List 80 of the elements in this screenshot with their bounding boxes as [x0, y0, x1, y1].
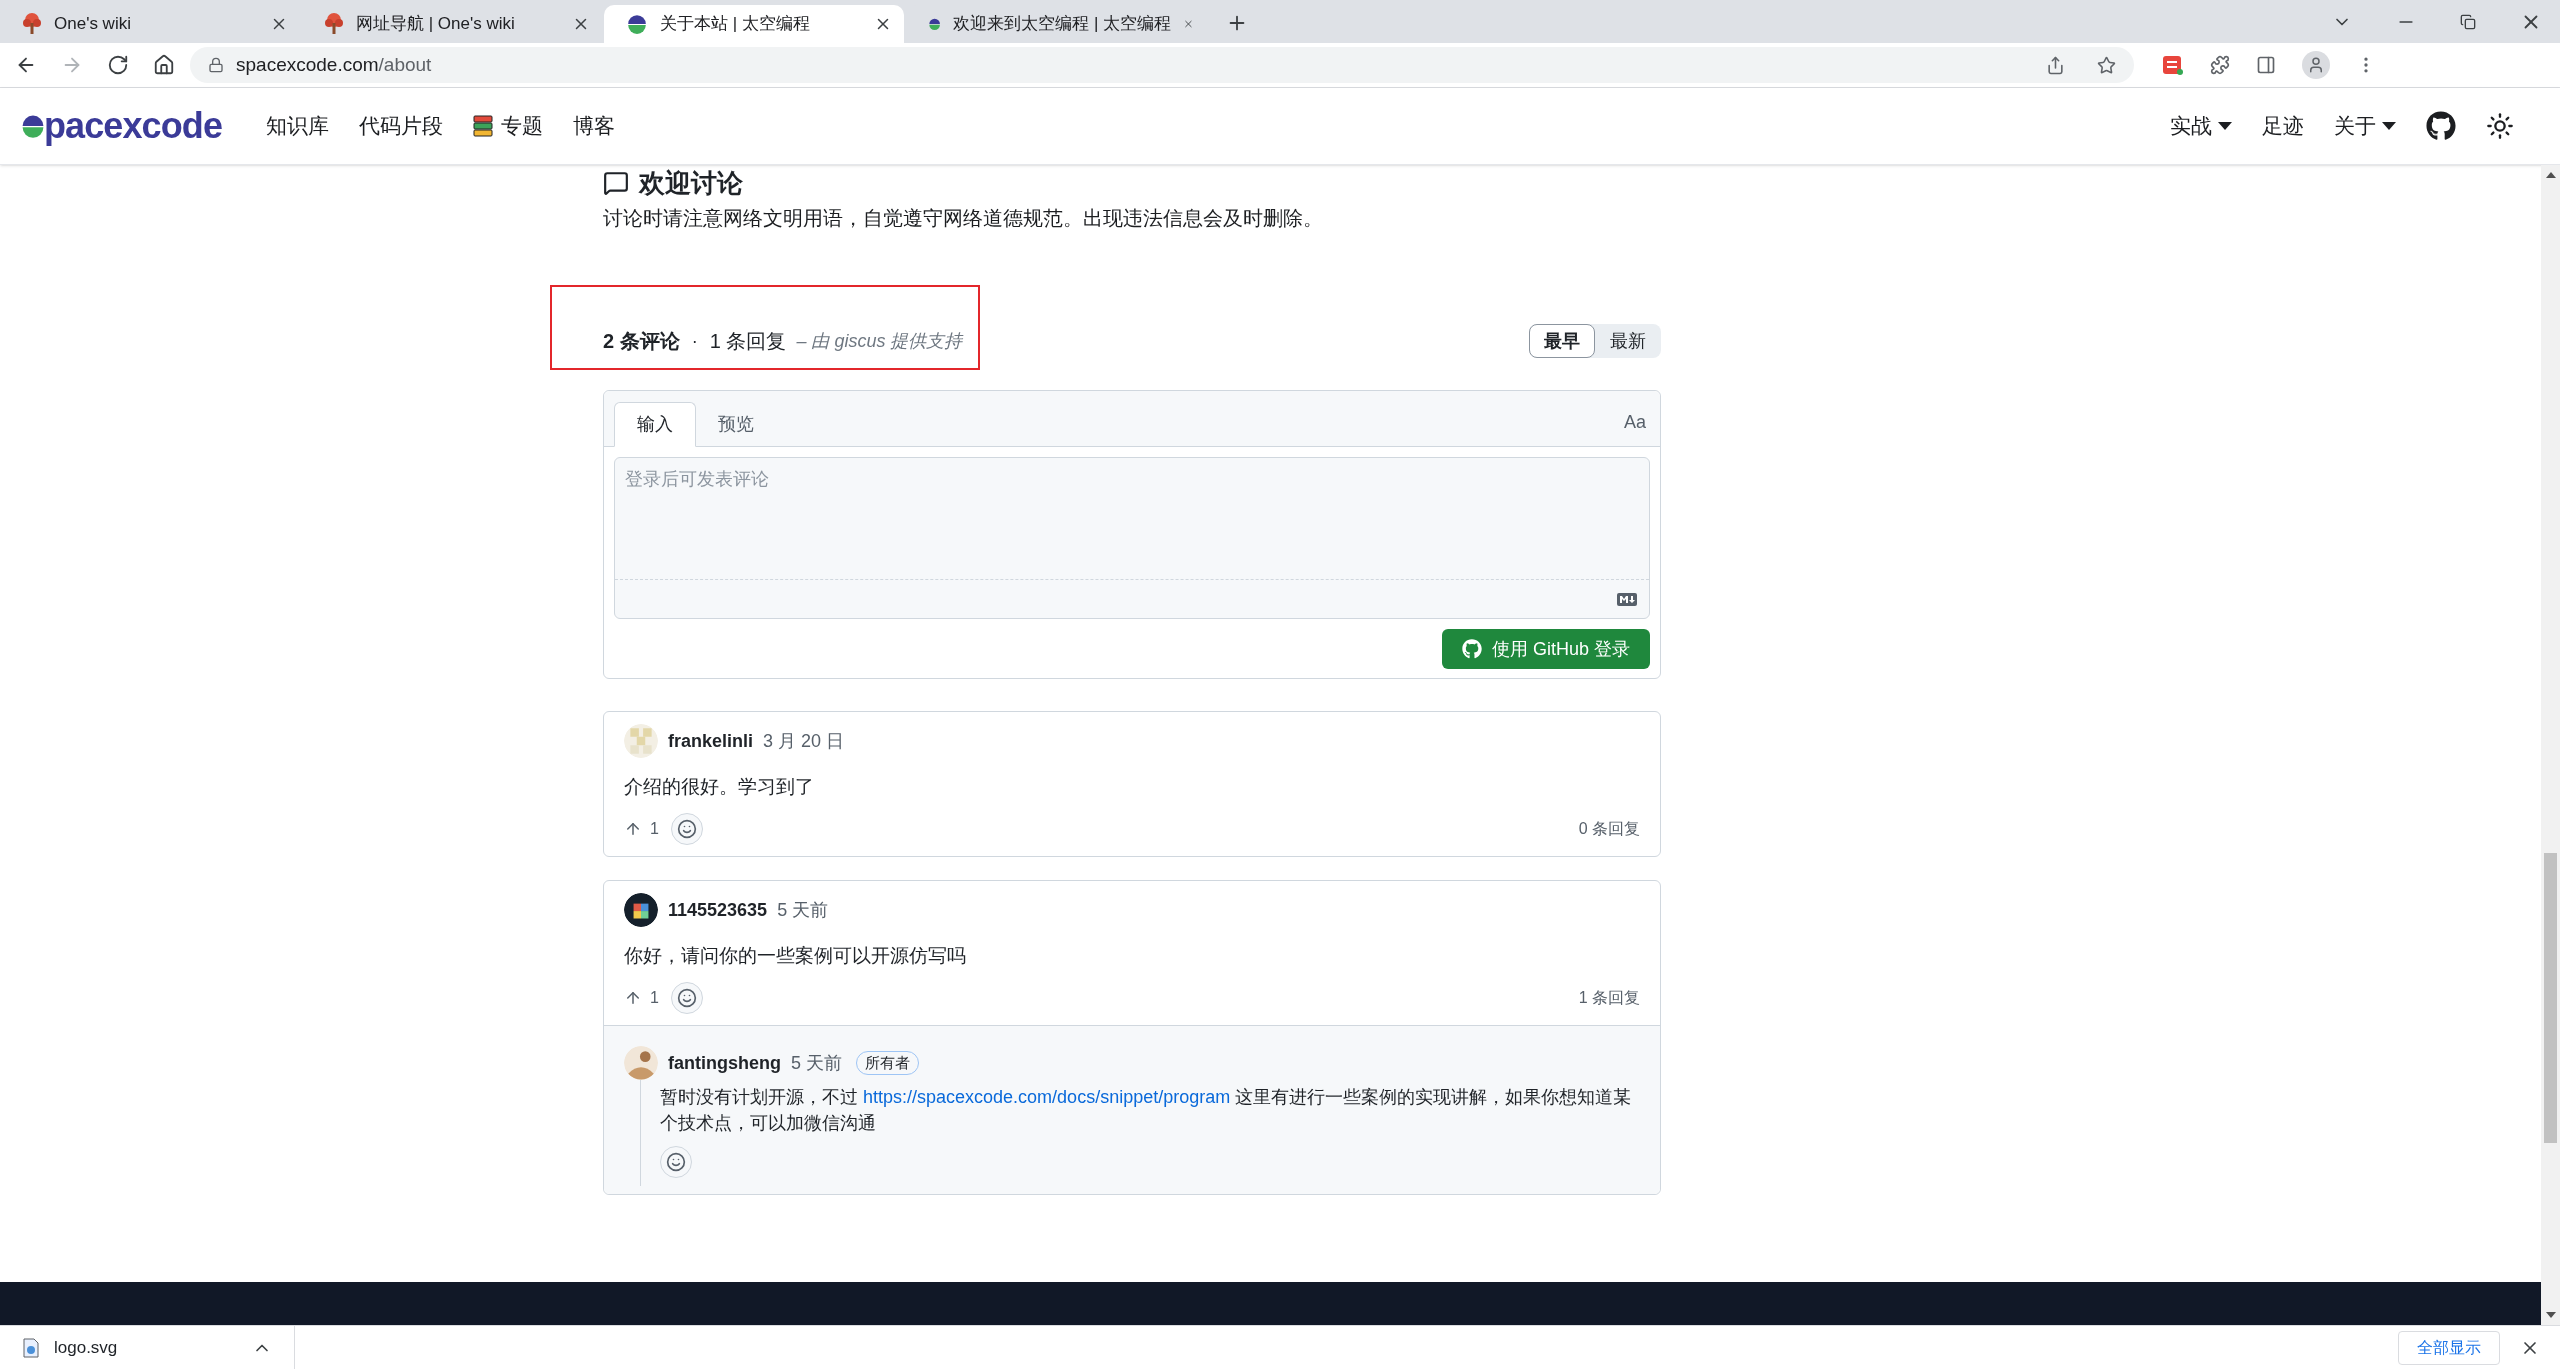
file-icon — [22, 1337, 40, 1358]
comment-body: 介绍的很好。学习到了 — [624, 775, 815, 799]
browser-tab[interactable]: 关于本站 | 太空编程 — [604, 5, 904, 43]
editor-tab[interactable]: 输入 — [614, 402, 696, 447]
avatar-icon — [624, 724, 658, 758]
comment-author[interactable]: fantingsheng — [668, 1049, 781, 1077]
reload-icon — [107, 54, 129, 76]
github-login-button[interactable]: 使用 GitHub 登录 — [1441, 629, 1650, 669]
home-icon — [153, 54, 175, 76]
scroll-up-icon[interactable] — [2545, 171, 2556, 179]
lock-icon — [208, 57, 224, 73]
show-all-button[interactable]: 全部显示 — [2398, 1330, 2500, 1365]
scrollbar[interactable] — [2541, 165, 2560, 1325]
address-bar[interactable]: spacexcode.com/about — [190, 47, 2134, 83]
profile-icon[interactable] — [2302, 51, 2330, 79]
restore-icon[interactable] — [2460, 14, 2476, 30]
comment-author[interactable]: frankelinli — [668, 727, 754, 755]
nav-link[interactable]: 实战 — [2170, 110, 2232, 142]
smiley-icon — [676, 988, 697, 1008]
discussion-note: 讨论时请注意网络文明用语，自觉遵守网络道德规范。出现违法信息会及时删除。 — [603, 206, 1324, 231]
note-icon[interactable] — [2162, 54, 2184, 76]
font-toggle[interactable]: Aa — [1623, 409, 1646, 436]
section-title: 欢迎讨论 — [639, 170, 743, 196]
nav-link[interactable]: 博客 — [573, 110, 615, 142]
reply-count: 0 条回复 — [1578, 819, 1640, 839]
editor-tab[interactable]: 预览 — [696, 402, 776, 447]
nav-link[interactable]: 关于 — [2334, 110, 2396, 142]
scroll-down-icon[interactable] — [2545, 1311, 2556, 1319]
giscus-credit: – 由 giscus 提供支持 — [796, 329, 963, 353]
separator-dot: · — [691, 329, 698, 353]
logo-icon — [20, 113, 46, 139]
smiley-icon — [676, 819, 697, 839]
sort-option[interactable]: 最早 — [1529, 324, 1595, 358]
theme-toggle-icon[interactable] — [2486, 112, 2514, 140]
comment-textarea[interactable]: 登录后可发表评论 — [614, 457, 1650, 619]
nav-link[interactable]: 专题 — [473, 110, 543, 142]
reaction-button[interactable] — [670, 982, 703, 1014]
reaction-button[interactable] — [660, 1146, 692, 1178]
tab-title: 关于本站 | 太空编程 — [660, 13, 811, 36]
reaction-button[interactable] — [670, 813, 703, 845]
tab-title: 欢迎来到太空编程 | 太空编程 — [953, 13, 1172, 36]
reply-count: 1 条回复 — [709, 329, 787, 354]
nav-link[interactable]: 知识库 — [266, 110, 329, 142]
chat-icon — [603, 170, 629, 196]
comment-count: 2 条评论 — [603, 329, 680, 354]
github-icon[interactable] — [2426, 111, 2456, 141]
comment-body: 你好，请问你的一些案例可以开源仿写吗 — [624, 944, 967, 968]
comment-input[interactable]: 登录后可发表评论 — [615, 458, 1649, 580]
url-text: spacexcode.com/about — [236, 52, 432, 77]
extensions-icon[interactable] — [2210, 55, 2230, 75]
tree-icon — [324, 13, 344, 35]
bookmark-star-icon[interactable] — [2097, 55, 2116, 75]
site-logo[interactable]: pacexcode — [20, 108, 222, 144]
upvote-button[interactable]: 1 — [624, 986, 659, 1010]
download-item[interactable]: logo.svg — [0, 1326, 295, 1369]
tree-icon — [22, 13, 42, 35]
avatar-icon — [624, 1046, 658, 1080]
nav-link[interactable]: 足迹 — [2262, 110, 2304, 142]
sort-option[interactable]: 最新 — [1595, 324, 1661, 358]
comment-time: 5 天前 — [791, 1051, 842, 1075]
smiley-icon — [666, 1152, 686, 1172]
upvote-button[interactable]: 1 — [624, 817, 659, 841]
github-icon — [1461, 639, 1482, 659]
tab-title: 网址导航 | One's wiki — [356, 13, 516, 36]
logo-icon — [626, 13, 648, 35]
nav-link[interactable]: 代码片段 — [359, 110, 443, 142]
avatar-icon — [624, 893, 658, 927]
side-panel-icon[interactable] — [2256, 55, 2276, 75]
markdown-icon — [1617, 592, 1637, 606]
link[interactable]: https://spacexcode.com/docs/snippet/program — [863, 1087, 1231, 1107]
scroll-thumb[interactable] — [2544, 853, 2557, 1143]
books-icon — [473, 115, 493, 137]
comment-time: 3 月 20 日 — [763, 729, 845, 753]
share-icon[interactable] — [2046, 55, 2065, 75]
reply-count: 1 条回复 — [1578, 988, 1640, 1008]
tab-title: One's wiki — [54, 13, 132, 36]
download-filename: logo.svg — [54, 1336, 119, 1359]
comment-time: 5 天前 — [777, 898, 829, 922]
comment-author[interactable]: 1145523635 — [668, 896, 768, 924]
reply-body: 暂时没有计划开源，不过 https://spacexcode.com/docs/snippet/program 这里有进行一些案例的实现讲解，如果你想知道某个技术点，可以加微信沟通 — [660, 1086, 1633, 1135]
